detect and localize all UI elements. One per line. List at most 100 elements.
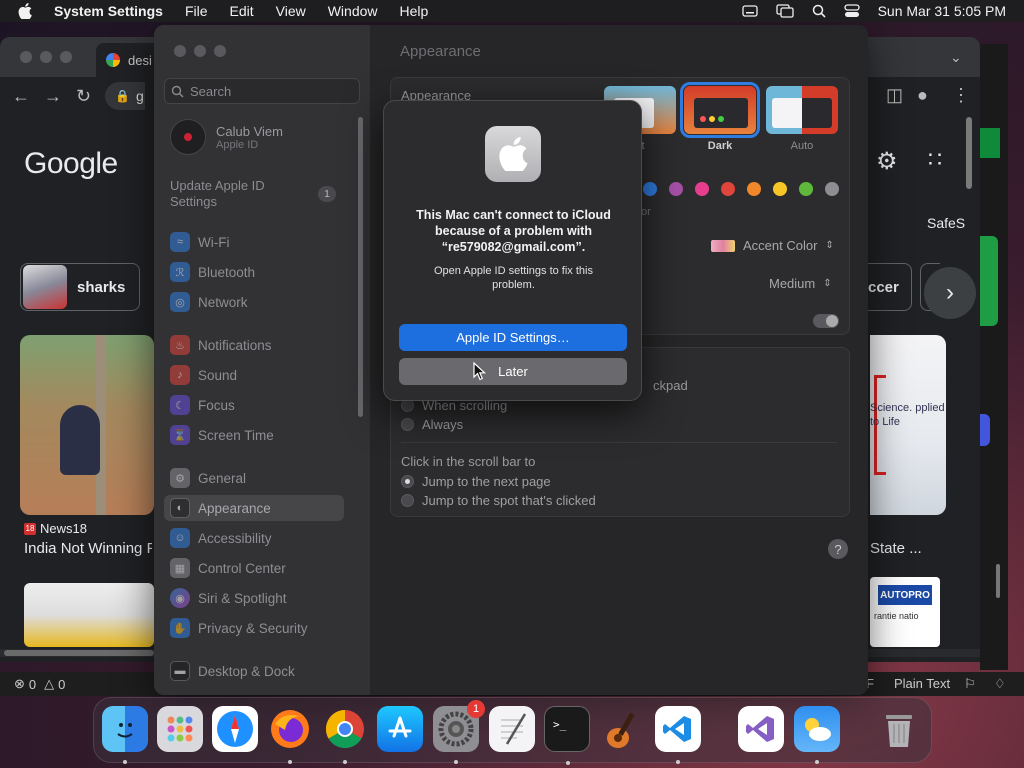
accent-swatch-orange[interactable]	[747, 182, 761, 196]
zoom-icon[interactable]	[214, 45, 226, 57]
browser-scrollbar[interactable]	[966, 117, 972, 189]
google-logo[interactable]: Google	[24, 147, 118, 181]
sidebar-item-screen-time[interactable]: ⌛ Screen Time	[164, 422, 344, 448]
menu-view[interactable]: View	[276, 3, 306, 19]
trend-chip-soccer[interactable]: ccer	[868, 263, 912, 311]
firefox-icon[interactable]	[267, 706, 313, 764]
more-icon[interactable]: ⋮	[952, 85, 970, 106]
update-apple-id-settings[interactable]: Update Apple ID Settings	[170, 178, 310, 210]
reload-icon[interactable]: ↻	[76, 86, 91, 107]
finder-icon[interactable]	[102, 706, 148, 764]
sidebar-item-accessibility[interactable]: ☺ Accessibility	[164, 525, 344, 551]
clock[interactable]: Sun Mar 31 5:05 PM	[878, 3, 1006, 19]
feedback-icon[interactable]: ⚐	[964, 676, 976, 692]
accent-swatch-green[interactable]	[799, 182, 813, 196]
system-settings-icon[interactable]: 1	[433, 700, 485, 764]
hockey-image[interactable]: Science. pplied to Life	[870, 335, 946, 515]
language-mode[interactable]: Plain Text	[894, 676, 950, 691]
sidebar-item-general[interactable]: ⚙ General	[164, 465, 344, 491]
appearance-auto-option[interactable]: Auto	[765, 86, 839, 152]
hscroll-thumb[interactable]	[4, 650, 154, 656]
sidebar-item-wifi[interactable]: ≈ Wi-Fi	[164, 229, 344, 255]
sidebar-icon-size-popup[interactable]: Medium ⇕	[769, 276, 832, 291]
accent-swatch-graphite[interactable]	[825, 182, 839, 196]
radio-always[interactable]: Always	[401, 417, 463, 432]
apple-menu-icon[interactable]	[18, 3, 36, 19]
menu-edit[interactable]: Edit	[230, 3, 254, 19]
trend-chip-sharks[interactable]: sharks	[20, 263, 140, 311]
terminal-icon[interactable]: >_	[544, 706, 590, 765]
bell-icon[interactable]: ♢	[994, 676, 1006, 692]
sidebar-item-network[interactable]: ◎ Network	[164, 289, 344, 315]
sidebar-item-bluetooth[interactable]: ℛ Bluetooth	[164, 259, 344, 285]
accent-swatch-red[interactable]	[721, 182, 735, 196]
right-headline[interactable]: State ...	[870, 540, 922, 557]
autopro-image[interactable]: AUTOPRO rantie natio	[870, 577, 940, 647]
chrome-icon[interactable]	[322, 706, 368, 764]
apple-id-account[interactable]: Calub Viem Apple ID	[170, 119, 283, 155]
help-button[interactable]: ?	[828, 539, 848, 559]
accent-swatch-purple[interactable]	[669, 182, 683, 196]
problems-indicator[interactable]: ⊗ 0 △ 0	[14, 676, 65, 692]
menu-file[interactable]: File	[185, 3, 208, 19]
chevron-right-icon[interactable]: ›	[924, 267, 976, 319]
sidebar-item-privacy-security[interactable]: ✋ Privacy & Security	[164, 615, 344, 641]
safari-icon[interactable]	[212, 706, 258, 752]
menu-window[interactable]: Window	[328, 3, 378, 19]
radio-jump-next-page[interactable]: Jump to the next page	[401, 474, 551, 489]
keyboard-icon[interactable]	[741, 5, 758, 17]
address-bar[interactable]: 🔒 g	[105, 82, 146, 110]
zoom-icon[interactable]	[60, 51, 72, 63]
wallpaper-tinting-toggle[interactable]	[813, 314, 839, 328]
news-headline[interactable]: India Not Winning Fo	[24, 540, 152, 557]
minimize-icon[interactable]	[40, 51, 52, 63]
search-field[interactable]: Search	[164, 78, 360, 104]
textedit-icon[interactable]	[489, 706, 535, 752]
close-icon[interactable]	[20, 51, 32, 63]
sidebar-item-sound[interactable]: ♪ Sound	[164, 362, 344, 388]
sidepanel-icon[interactable]: ◫	[886, 85, 903, 106]
app-store-icon[interactable]	[377, 706, 423, 752]
vscode-icon[interactable]	[655, 706, 701, 764]
sidebar-scrollbar[interactable]	[358, 117, 363, 417]
appearance-dark-option[interactable]: Dark	[680, 82, 760, 152]
accent-swatch-pink[interactable]	[695, 182, 709, 196]
profile-icon[interactable]: ●	[917, 85, 928, 106]
sidebar-item-focus[interactable]: ☾ Focus	[164, 392, 344, 418]
control-center-icon[interactable]	[843, 4, 860, 18]
minimize-icon[interactable]	[194, 45, 206, 57]
gear-icon[interactable]: ⚙	[876, 147, 898, 176]
visual-studio-icon[interactable]	[738, 706, 784, 752]
app-menu[interactable]: System Settings	[54, 3, 163, 19]
news-image[interactable]	[20, 335, 154, 515]
screen-mirroring-icon[interactable]	[775, 4, 794, 18]
launchpad-icon[interactable]	[157, 706, 203, 752]
highlight-color-popup[interactable]: Accent Color ⇕	[711, 238, 834, 253]
sidebar-item-desktop-dock[interactable]: ▬ Desktop & Dock	[164, 658, 344, 684]
weather-icon[interactable]	[794, 706, 840, 764]
menu-help[interactable]: Help	[400, 3, 429, 19]
later-button[interactable]: Later	[399, 358, 627, 385]
autopro-subtext: rantie natio	[874, 611, 919, 621]
garageband-icon[interactable]	[599, 706, 645, 752]
radio-jump-spot-clicked[interactable]: Jump to the spot that's clicked	[401, 493, 596, 508]
forward-icon[interactable]: →	[44, 86, 62, 107]
apps-grid-icon[interactable]: ∷	[928, 147, 942, 173]
wifi-icon: ≈	[170, 232, 190, 252]
news-image-2[interactable]	[24, 583, 154, 647]
accent-swatch-yellow[interactable]	[773, 182, 787, 196]
accent-swatch-blue[interactable]	[643, 182, 657, 196]
warning-count: 0	[58, 676, 66, 692]
tab-search-icon[interactable]: ⌄	[950, 49, 962, 66]
safesearch-label[interactable]: SafeS	[927, 215, 965, 231]
notification-badge: 1	[467, 700, 485, 718]
back-icon[interactable]: ←	[12, 86, 30, 107]
search-icon[interactable]	[812, 4, 826, 18]
sidebar-item-control-center[interactable]: ▦ Control Center	[164, 555, 344, 581]
close-icon[interactable]	[174, 45, 186, 57]
sidebar-item-appearance[interactable]: ◐ Appearance	[164, 495, 344, 521]
trash-icon[interactable]	[876, 706, 922, 752]
apple-id-settings-button[interactable]: Apple ID Settings…	[399, 324, 627, 351]
sidebar-item-notifications[interactable]: ♨ Notifications	[164, 332, 344, 358]
sidebar-item-siri-spotlight[interactable]: ◉ Siri & Spotlight	[164, 585, 344, 611]
